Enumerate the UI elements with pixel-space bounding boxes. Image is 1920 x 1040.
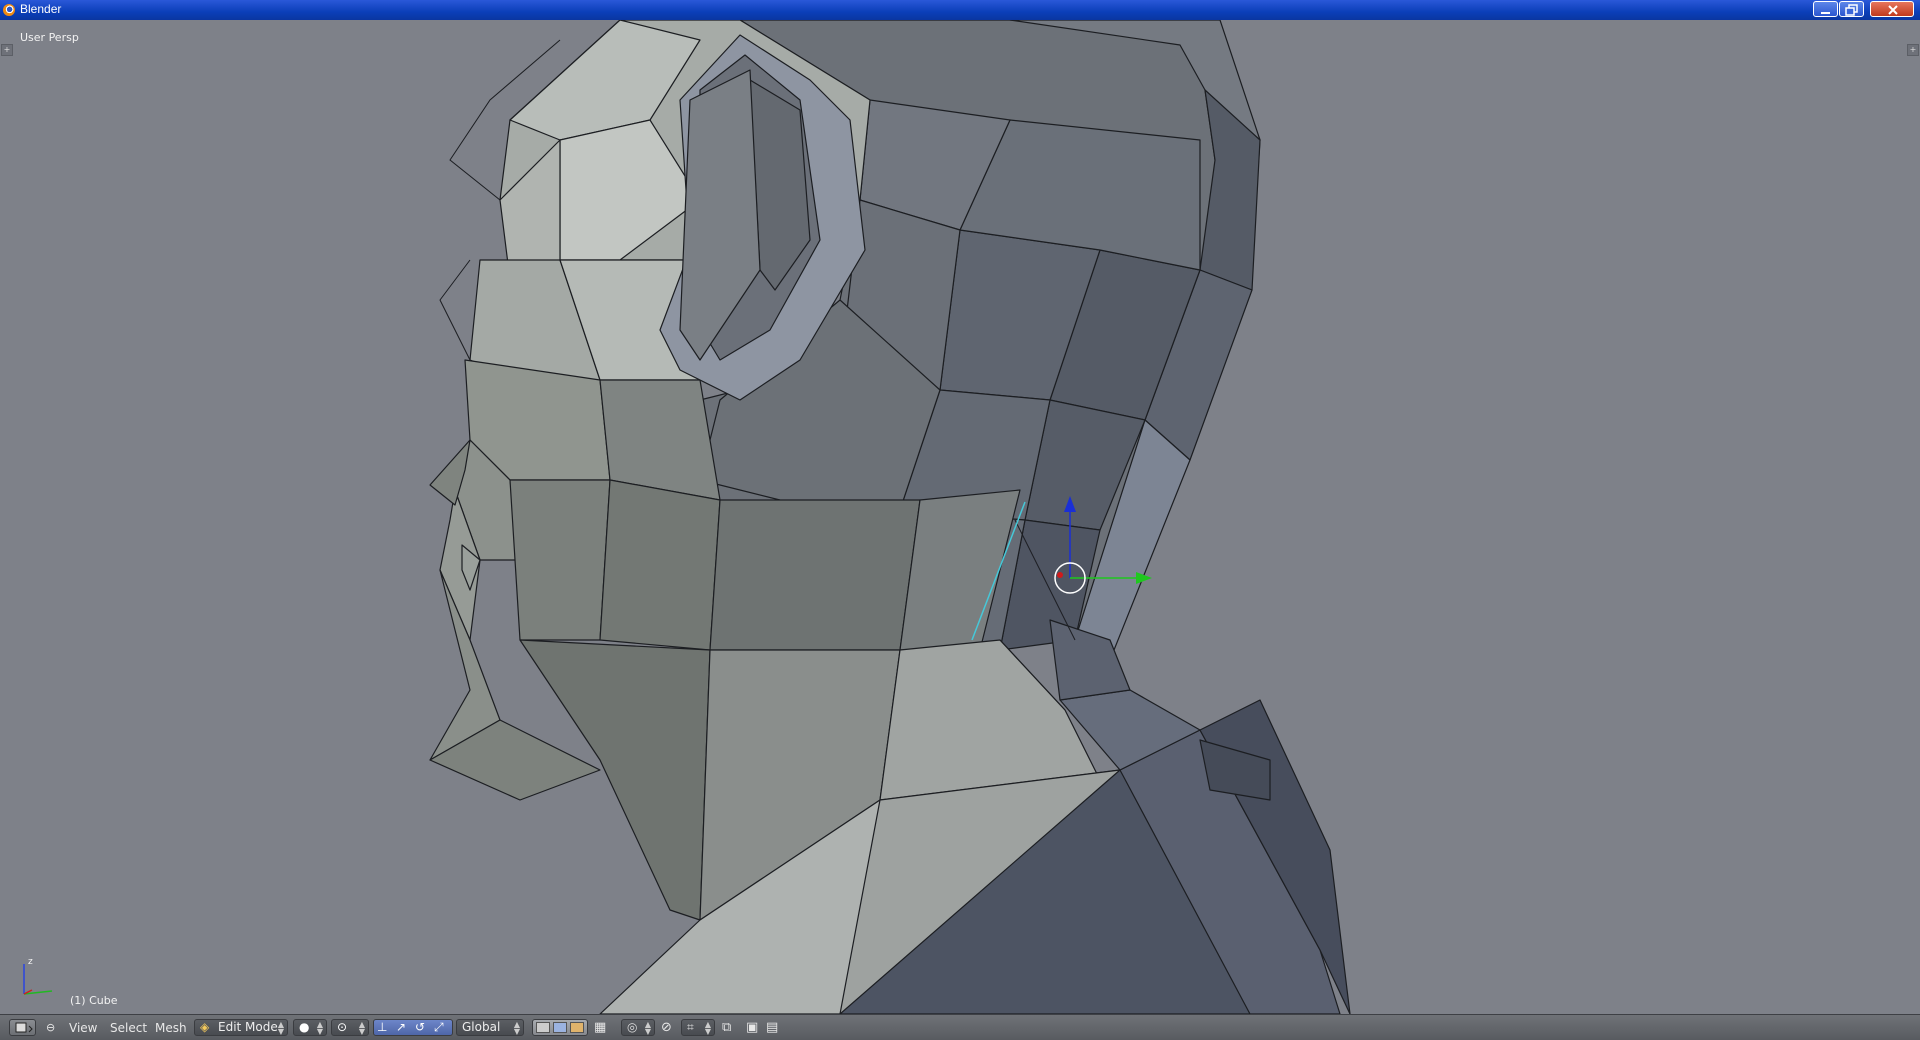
layer-1[interactable] [536, 1022, 550, 1033]
edit-mode-icon: ◈ [200, 1020, 210, 1034]
mode-label: Edit Mode [218, 1020, 278, 1034]
layer-buttons[interactable] [532, 1019, 588, 1036]
dropdown-arrows-icon: ▲ ▼ [704, 1020, 711, 1036]
right-region-toggle[interactable]: + [1907, 44, 1919, 56]
mesh-head-model[interactable] [0, 20, 1920, 1014]
occlude-geometry-icon[interactable]: ▦ [594, 1020, 606, 1036]
dropdown-arrows-icon: ▲ ▼ [513, 1020, 520, 1036]
mode-dropdown[interactable]: ◈ Edit Mode ▲ ▼ [194, 1019, 288, 1036]
translate-icon[interactable]: ↗ [396, 1020, 406, 1035]
minimize-icon [1821, 12, 1830, 14]
viewport-shading-dropdown[interactable]: ● ▲ ▼ [293, 1019, 327, 1036]
window-title: Blender [20, 2, 62, 16]
dropdown-arrows-icon: ▲ ▼ [358, 1020, 365, 1036]
editor-type-button[interactable] [9, 1019, 36, 1036]
viewport-header: ⊖ View Select Mesh ◈ Edit Mode ▲ ▼ ● ▲ ▼ ⊙… [0, 1014, 1920, 1040]
manipulator-icon: ⊥ [377, 1020, 388, 1034]
orientation-label: Global [462, 1020, 501, 1034]
left-region-toggle[interactable]: + [1, 44, 13, 56]
solid-shading-icon: ● [299, 1020, 310, 1034]
pivot-point-dropdown[interactable]: ⊙ ▲ ▼ [331, 1019, 369, 1036]
rotate-icon[interactable]: ↺ [415, 1020, 425, 1035]
select-menu[interactable]: Select [110, 1020, 147, 1036]
scale-icon[interactable]: ⤢ [434, 1020, 444, 1035]
transform-orientation-dropdown[interactable]: Global ▲ ▼ [456, 1019, 524, 1036]
view-axis-widget: z [23, 957, 53, 995]
3d-view-icon [15, 1022, 33, 1033]
dropdown-arrows-icon: ▲ ▼ [316, 1020, 323, 1036]
layer-2[interactable] [553, 1022, 567, 1033]
mesh-menu[interactable]: Mesh [155, 1020, 187, 1036]
close-button[interactable] [1870, 1, 1914, 17]
blender-icon [3, 4, 15, 16]
dropdown-arrows-icon: ▲ ▼ [277, 1020, 284, 1036]
proportional-editing-dropdown[interactable]: ◎ ▲ ▼ [621, 1019, 655, 1036]
view-perspective-label: User Persp [20, 31, 79, 44]
axis-label-z: z [28, 957, 33, 967]
window-titlebar: Blender [0, 0, 1920, 20]
layer-3[interactable] [570, 1022, 584, 1033]
snap-grid-icon: ⌗ [687, 1020, 694, 1034]
close-icon [1888, 5, 1898, 15]
maximize-button[interactable] [1839, 1, 1864, 17]
toggle-menus-icon[interactable]: ⊖ [46, 1020, 55, 1036]
proportional-icon: ◎ [627, 1020, 638, 1034]
render-animation-icon[interactable]: ▤ [766, 1020, 778, 1036]
minimize-button[interactable] [1813, 1, 1838, 17]
render-icon[interactable]: ▣ [746, 1020, 758, 1036]
snap-toggle-icon[interactable]: ⊘ [661, 1020, 672, 1036]
view-menu[interactable]: View [69, 1020, 97, 1036]
active-object-label: (1) Cube [70, 994, 118, 1007]
snap-element-dropdown[interactable]: ⌗ ▲ ▼ [681, 1019, 715, 1036]
pivot-icon: ⊙ [337, 1020, 348, 1034]
restore-icon [1845, 4, 1858, 16]
3d-viewport[interactable]: User Persp (1) Cube + + z [0, 20, 1920, 1014]
dropdown-arrows-icon: ▲ ▼ [644, 1020, 651, 1036]
manipulator-toggles[interactable]: ⊥ ↗ ↺ ⤢ [373, 1019, 453, 1036]
copy-icon[interactable]: ⧉ [722, 1020, 731, 1036]
